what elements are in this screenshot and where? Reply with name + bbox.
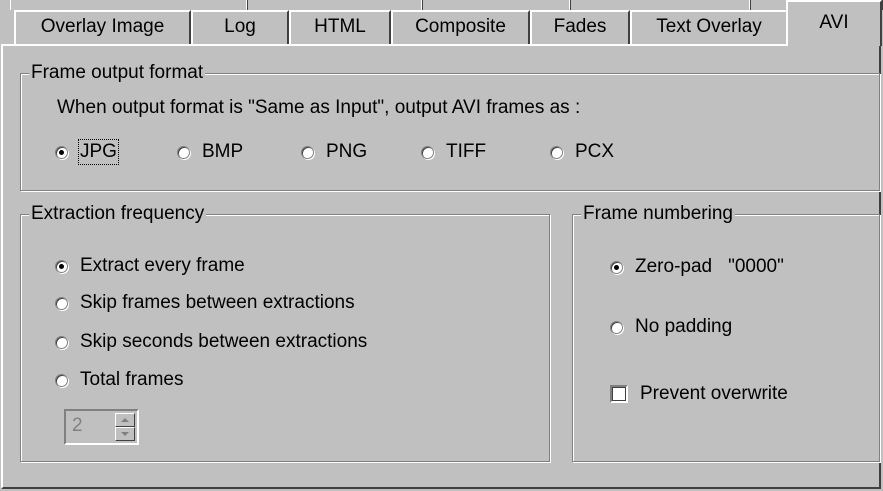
radio-button[interactable]: [421, 145, 434, 159]
arrow-up-icon: [121, 418, 129, 422]
radio-button[interactable]: [55, 259, 68, 273]
radio-button[interactable]: [550, 145, 563, 159]
checkbox[interactable]: [610, 385, 628, 403]
zero-pad-example: "0000": [728, 256, 784, 277]
radio-label: PCX: [575, 141, 615, 162]
frame-output-description: When output format is "Same as Input", o…: [57, 97, 581, 118]
checkbox-label: Prevent overwrite: [640, 383, 788, 404]
radio-extract-every-frame[interactable]: Extract every frame: [55, 255, 245, 277]
radio-label: BMP: [202, 141, 244, 162]
frame-numbering-group: Frame numbering: [572, 203, 880, 462]
back-tab[interactable]: [246, 0, 423, 10]
spinner-down-button[interactable]: [115, 427, 135, 441]
tab-text-overlay[interactable]: Text Overlay: [630, 10, 788, 44]
radio-label: Extract every frame: [80, 255, 245, 276]
radio-button[interactable]: [55, 296, 68, 310]
radio-label: Skip frames between extractions: [80, 292, 355, 313]
radio-no-padding[interactable]: No padding: [610, 316, 732, 338]
checkbox-prevent-overwrite[interactable]: Prevent overwrite: [610, 383, 788, 405]
tab-avi[interactable]: AVI: [786, 0, 882, 46]
spinner-value[interactable]: 2: [72, 415, 83, 437]
radio-button[interactable]: [177, 145, 190, 159]
radio-button[interactable]: [55, 335, 68, 349]
radio-skip-frames[interactable]: Skip frames between extractions: [55, 292, 355, 314]
back-tab[interactable]: [421, 0, 571, 10]
tab-log[interactable]: Log: [191, 10, 289, 44]
radio-button[interactable]: [55, 145, 68, 159]
tab-overlay-image[interactable]: Overlay Image: [14, 10, 191, 44]
radio-label: Total frames: [80, 369, 184, 390]
radio-button[interactable]: [610, 260, 623, 274]
radio-pcx[interactable]: PCX: [550, 141, 614, 163]
radio-total-frames[interactable]: Total frames: [55, 369, 183, 391]
back-tab[interactable]: [10, 0, 248, 10]
frame-output-group: Frame output format: [20, 62, 880, 191]
radio-button[interactable]: [55, 373, 68, 387]
tab-composite[interactable]: Composite: [391, 10, 530, 44]
extraction-title: Extraction frequency: [29, 203, 207, 225]
tab-html[interactable]: HTML: [289, 10, 391, 44]
radio-label: No padding: [635, 316, 733, 337]
arrow-down-icon: [121, 432, 129, 436]
frame-output-title: Frame output format: [29, 62, 206, 84]
radio-label: JPG: [78, 139, 119, 165]
radio-label: Zero-pad: [635, 256, 713, 277]
back-tab-row: [0, 0, 883, 10]
radio-png[interactable]: PNG: [301, 141, 367, 163]
radio-skip-seconds[interactable]: Skip seconds between extractions: [55, 331, 367, 353]
radio-button[interactable]: [301, 145, 314, 159]
radio-label: TIFF: [446, 141, 487, 162]
radio-bmp[interactable]: BMP: [177, 141, 243, 163]
radio-tiff[interactable]: TIFF: [421, 141, 486, 163]
frame-numbering-title: Frame numbering: [581, 203, 735, 225]
radio-label: PNG: [326, 141, 368, 162]
spinner-up-button[interactable]: [115, 413, 135, 427]
tab-fades[interactable]: Fades: [530, 10, 630, 44]
back-tab[interactable]: [569, 0, 751, 10]
radio-zero-pad[interactable]: Zero-pad "0000": [610, 256, 784, 278]
frames-spinner[interactable]: 2: [64, 409, 139, 445]
radio-button[interactable]: [610, 320, 623, 334]
radio-jpg[interactable]: JPG: [55, 139, 119, 165]
radio-label: Skip seconds between extractions: [80, 331, 368, 352]
